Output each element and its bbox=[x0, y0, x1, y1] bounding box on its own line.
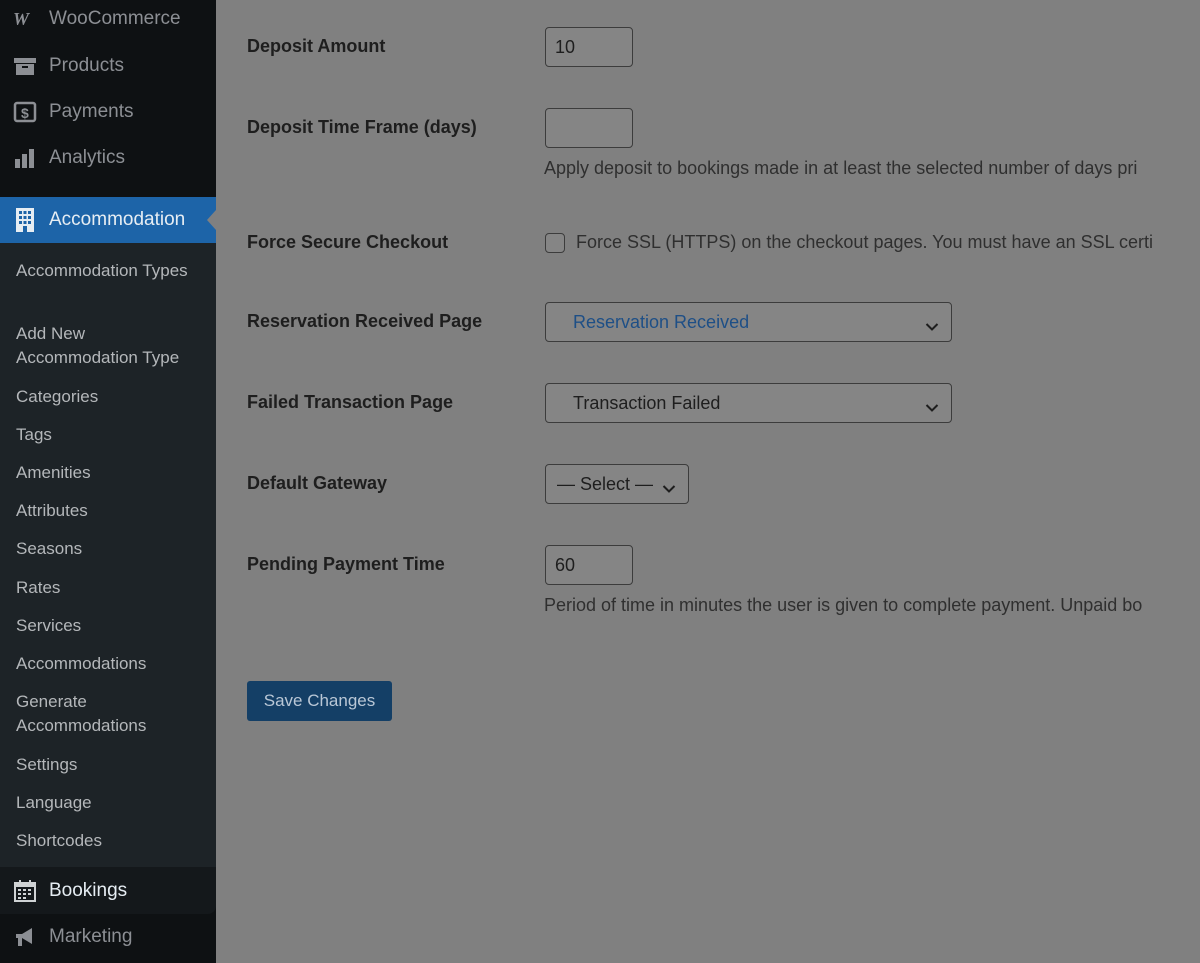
menu-item-label: Analytics bbox=[49, 147, 126, 168]
menu-item-bookings[interactable]: Bookings bbox=[0, 867, 216, 914]
menu-item-payments[interactable]: $ Payments bbox=[0, 89, 216, 135]
submenu-item-accommodations[interactable]: Accommodations bbox=[16, 652, 206, 676]
menu-item-analytics[interactable]: Analytics bbox=[0, 135, 216, 181]
submenu-item-seasons[interactable]: Seasons bbox=[16, 537, 206, 561]
archive-box-icon bbox=[12, 53, 38, 79]
deposit-time-frame-input[interactable] bbox=[545, 108, 633, 148]
deposit-time-frame-label: Deposit Time Frame (days) bbox=[247, 117, 477, 137]
menu-item-label: Bookings bbox=[49, 879, 128, 901]
chevron-down-icon bbox=[925, 316, 939, 337]
submenu-item-attributes[interactable]: Attributes bbox=[16, 499, 206, 523]
bar-chart-icon bbox=[12, 145, 38, 171]
menu-item-label: WooCommerce bbox=[49, 8, 181, 29]
failed-transaction-page-value: Transaction Failed bbox=[573, 392, 721, 413]
menu-item-label: Payments bbox=[49, 101, 134, 122]
submenu-item-language[interactable]: Language bbox=[16, 791, 206, 815]
reservation-received-page-value: Reservation Received bbox=[573, 311, 750, 332]
chevron-down-icon bbox=[662, 478, 676, 499]
submenu-item-settings[interactable]: Settings bbox=[16, 753, 206, 777]
svg-text:W: W bbox=[13, 10, 31, 28]
calendar-icon bbox=[12, 878, 38, 904]
menu-item-label: Products bbox=[49, 55, 124, 76]
submenu-item-rates[interactable]: Rates bbox=[16, 576, 206, 600]
default-gateway-value: — Select — bbox=[557, 473, 654, 494]
pending-payment-time-label: Pending Payment Time bbox=[247, 554, 445, 574]
woocommerce-icon: W bbox=[12, 6, 38, 32]
chevron-down-icon bbox=[925, 397, 939, 418]
megaphone-icon bbox=[12, 924, 38, 950]
submenu-item-tags[interactable]: Tags bbox=[16, 423, 206, 447]
reservation-received-page-select[interactable]: Reservation Received bbox=[545, 302, 952, 342]
pending-payment-time-input[interactable]: 60 bbox=[545, 545, 633, 585]
deposit-amount-label: Deposit Amount bbox=[247, 36, 386, 56]
submenu-item-generate-accommodations[interactable]: Generate Accommodations bbox=[16, 690, 206, 738]
menu-item-products[interactable]: Products bbox=[0, 43, 216, 89]
submenu-item-categories[interactable]: Categories bbox=[16, 385, 206, 409]
save-changes-button[interactable]: Save Changes bbox=[247, 681, 392, 721]
building-icon bbox=[12, 207, 38, 233]
submenu-item-amenities[interactable]: Amenities bbox=[16, 461, 206, 485]
failed-transaction-page-label: Failed Transaction Page bbox=[247, 392, 454, 412]
svg-text:$: $ bbox=[21, 105, 29, 121]
submenu-item-accommodation-types[interactable]: Accommodation Types bbox=[16, 259, 206, 283]
menu-item-woocommerce[interactable]: W WooCommerce bbox=[0, 0, 216, 42]
pending-payment-time-description: Period of time in minutes the user is gi… bbox=[544, 595, 1143, 615]
submenu-item-services[interactable]: Services bbox=[16, 614, 206, 638]
submenu-item-shortcodes[interactable]: Shortcodes bbox=[16, 829, 206, 853]
reservation-received-page-label: Reservation Received Page bbox=[247, 311, 483, 331]
menu-item-marketing[interactable]: Marketing bbox=[0, 914, 216, 960]
force-ssl-checkbox[interactable] bbox=[545, 233, 565, 253]
force-ssl-checkbox-label[interactable]: Force SSL (HTTPS) on the checkout pages.… bbox=[576, 232, 1153, 253]
force-secure-checkout-label: Force Secure Checkout bbox=[247, 232, 449, 252]
menu-item-accommodation[interactable]: Accommodation bbox=[0, 197, 216, 243]
dollar-icon: $ bbox=[12, 99, 38, 125]
default-gateway-label: Default Gateway bbox=[247, 473, 388, 493]
accommodation-submenu: Accommodation Types Add New Accommodatio… bbox=[0, 243, 216, 867]
deposit-time-frame-description: Apply deposit to bookings made in at lea… bbox=[544, 158, 1138, 178]
failed-transaction-page-select[interactable]: Transaction Failed bbox=[545, 383, 952, 423]
admin-sidebar: W WooCommerce Products $ Payments Analyt… bbox=[0, 0, 216, 963]
deposit-amount-input[interactable]: 10 bbox=[545, 27, 633, 67]
submenu-item-add-new-accommodation-type[interactable]: Add New Accommodation Type bbox=[16, 322, 206, 370]
default-gateway-select[interactable]: — Select — bbox=[545, 464, 689, 504]
menu-item-label: Accommodation bbox=[49, 209, 186, 230]
menu-item-label: Marketing bbox=[49, 926, 133, 947]
